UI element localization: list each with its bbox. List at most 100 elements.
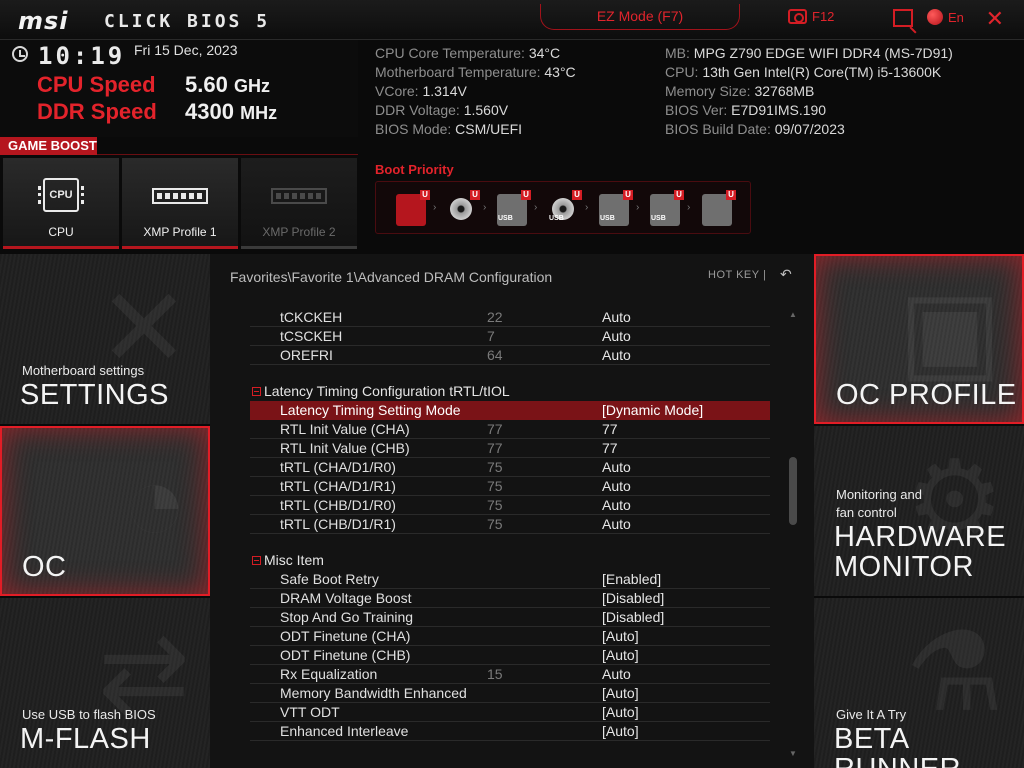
item-name: tCSCKEH — [280, 328, 343, 344]
item-name: Latency Timing Setting Mode — [280, 402, 461, 418]
beta-runner-tile[interactable]: ⚗ Give It A Try BETA RUNNER — [814, 598, 1024, 768]
chip-icon: ▣ — [898, 269, 1002, 392]
clock-icon — [12, 46, 28, 62]
sysinfo-key: Motherboard Temperature: — [375, 64, 545, 80]
uefi-badge: U — [470, 190, 480, 200]
list-item[interactable]: tRTL (CHA/D1/R0) 75 Auto — [250, 458, 770, 477]
list-item[interactable]: OREFRI 64 Auto — [250, 346, 770, 365]
item-default: 75 — [487, 459, 503, 475]
boot-arrow-icon: › — [433, 202, 437, 213]
sysinfo-row: CPU Core Temperature: 34°C — [375, 44, 576, 63]
list-item[interactable]: ODT Finetune (CHA) [Auto] — [250, 627, 770, 646]
hot-key-button[interactable]: HOT KEY | — [708, 269, 766, 281]
item-name: ODT Finetune (CHA) — [280, 628, 411, 644]
list-item[interactable]: Safe Boot Retry [Enabled] — [250, 570, 770, 589]
list-item[interactable]: Rx Equalization 15 Auto — [250, 665, 770, 684]
search-button[interactable] — [893, 9, 913, 27]
item-name: Safe Boot Retry — [280, 571, 379, 587]
sysinfo-row: CPU: 13th Gen Intel(R) Core(TM) i5-13600… — [665, 63, 953, 82]
sysinfo-row: VCore: 1.314V — [375, 82, 576, 101]
language-button[interactable]: En — [927, 9, 964, 25]
item-default: 77 — [487, 421, 503, 437]
sysinfo-key: BIOS Build Date: — [665, 121, 775, 137]
boot-device-usb-drive[interactable]: USB U — [497, 190, 531, 226]
uefi-badge: U — [521, 190, 531, 200]
list-item[interactable]: VTT ODT [Auto] — [250, 703, 770, 722]
scroll-up-icon[interactable]: ▲ — [788, 310, 798, 319]
memory-icon — [271, 188, 327, 204]
list-item[interactable]: RTL Init Value (CHA) 77 77 — [250, 420, 770, 439]
list-item[interactable]: tCSCKEH 7 Auto — [250, 327, 770, 346]
boot-device-optical[interactable]: U — [446, 190, 480, 226]
list-item[interactable]: DRAM Voltage Boost [Disabled] — [250, 589, 770, 608]
scrollbar[interactable]: ▲ ▼ — [788, 310, 798, 758]
game-boost-xmp1-tile[interactable]: XMP Profile 1 — [122, 158, 238, 249]
cpu-speed-number: 5.60 — [185, 72, 228, 97]
back-icon[interactable]: ↶ — [780, 266, 792, 283]
game-boost-title: GAME BOOST — [0, 137, 97, 155]
item-value: [Auto] — [602, 647, 639, 663]
sysinfo-value: 13th Gen Intel(R) Core(TM) i5-13600K — [702, 64, 942, 80]
item-default: 75 — [487, 497, 503, 513]
sysinfo-key: CPU Core Temperature: — [375, 45, 529, 61]
scroll-down-icon[interactable]: ▼ — [788, 749, 798, 758]
list-item[interactable]: Enhanced Interleave [Auto] — [250, 722, 770, 741]
item-name: tRTL (CHA/D1/R0) — [280, 459, 396, 475]
boot-device-usb-floppy[interactable]: USB U — [650, 190, 684, 226]
game-boost-cpu-tile[interactable]: CPU CPU — [3, 158, 119, 249]
sysinfo-key: Memory Size: — [665, 83, 755, 99]
list-item[interactable]: ODT Finetune (CHB) [Auto] — [250, 646, 770, 665]
list-item[interactable]: Memory Bandwidth Enhanced [Auto] — [250, 684, 770, 703]
close-icon[interactable]: ✕ — [986, 6, 1004, 32]
boot-device-hdd[interactable]: U — [396, 190, 430, 226]
settings-tile[interactable]: ✕ Motherboard settings SETTINGS — [0, 254, 210, 424]
list-item[interactable]: tCKCKEH 22 Auto — [250, 308, 770, 327]
sysinfo-right: MB: MPG Z790 EDGE WIFI DDR4 (MS-7D91) CP… — [665, 44, 953, 139]
hardware-monitor-tile[interactable]: ⚙ Monitoring and fan control HARDWARE MO… — [814, 426, 1024, 596]
sysinfo-row: Motherboard Temperature: 43°C — [375, 63, 576, 82]
list-item[interactable]: tRTL (CHA/D1/R1) 75 Auto — [250, 477, 770, 496]
msi-logo: msi — [18, 7, 69, 35]
beta-runner-subtitle: Give It A Try — [836, 707, 907, 722]
mflash-tile[interactable]: ⇄ Use USB to flash BIOS M-FLASH — [0, 598, 210, 768]
oc-title: OC — [22, 551, 67, 583]
oc-profile-tile[interactable]: ▣ OC PROFILE — [814, 254, 1024, 424]
item-value: [Disabled] — [602, 590, 665, 606]
section-latency-timing[interactable]: Latency Timing Configuration tRTL/tIOL — [250, 382, 770, 401]
item-value: 77 — [602, 421, 618, 437]
sysinfo-row: BIOS Build Date: 09/07/2023 — [665, 120, 953, 139]
item-value: Auto — [602, 309, 631, 325]
list-item[interactable]: RTL Init Value (CHB) 77 77 — [250, 439, 770, 458]
sysinfo-value: 43°C — [544, 64, 576, 80]
ez-mode-button[interactable]: EZ Mode (F7) — [540, 4, 740, 30]
collapse-icon — [252, 387, 261, 396]
section-misc-item[interactable]: Misc Item — [250, 551, 770, 570]
list-item[interactable]: tRTL (CHB/D1/R1) 75 Auto — [250, 515, 770, 534]
sysinfo-value: 1.314V — [422, 83, 467, 99]
game-boost-xmp2-tile[interactable]: XMP Profile 2 — [241, 158, 357, 249]
sysinfo-value: 32768MB — [754, 83, 815, 99]
screenshot-button[interactable]: F12 — [788, 9, 834, 24]
hardware-monitor-title: HARDWARE MONITOR — [834, 522, 1006, 582]
mflash-title: M-FLASH — [20, 723, 151, 755]
section-title: Misc Item — [264, 552, 324, 568]
ddr-speed-value: 4300 MHz — [185, 99, 277, 125]
sysinfo-key: BIOS Ver: — [665, 102, 732, 118]
item-value: Auto — [602, 516, 631, 532]
uefi-badge: U — [572, 190, 582, 200]
boot-device-usb-optical[interactable]: USB U — [548, 190, 582, 226]
oc-tile[interactable]: ◔ OC — [0, 426, 210, 596]
list-item-selected[interactable]: Latency Timing Setting Mode [Dynamic Mod… — [250, 401, 770, 420]
item-value: [Enabled] — [602, 571, 662, 587]
list-item[interactable]: tRTL (CHB/D1/R0) 75 Auto — [250, 496, 770, 515]
item-value: [Auto] — [602, 704, 639, 720]
scroll-thumb[interactable] — [789, 456, 797, 525]
boot-arrow-icon: › — [687, 202, 691, 213]
list-item[interactable]: Stop And Go Training [Disabled] — [250, 608, 770, 627]
boot-device-network[interactable]: U — [702, 190, 736, 226]
boot-priority-title: Boot Priority — [375, 162, 454, 177]
settings-subtitle: Motherboard settings — [22, 363, 145, 378]
ddr-speed-number: 4300 — [185, 99, 234, 124]
boot-device-usb-hdd[interactable]: USB U — [599, 190, 633, 226]
hardware-monitor-subtitle: Monitoring and fan control — [836, 486, 922, 522]
